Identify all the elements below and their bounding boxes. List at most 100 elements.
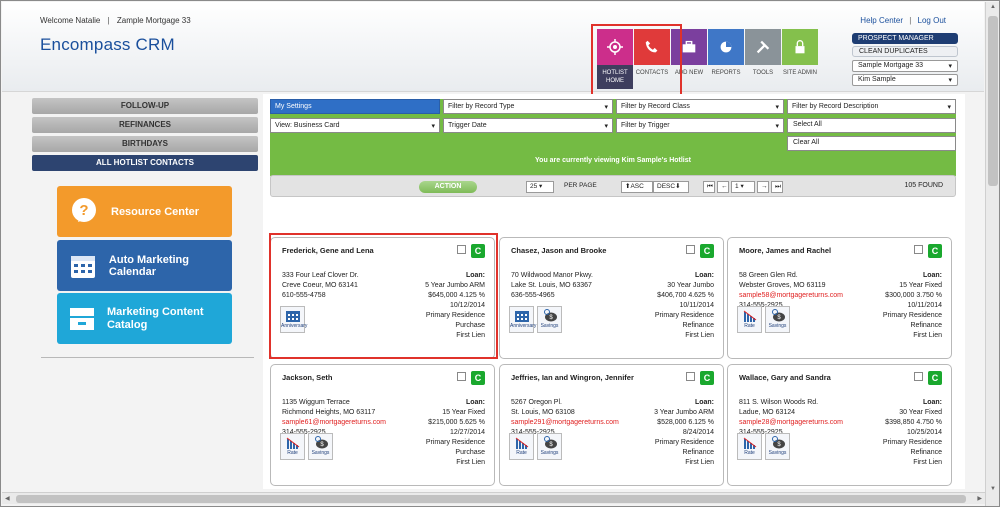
contact-name[interactable]: Chasez, Jason and Brooke [511,246,606,255]
nav-label: SITE ADMIN [782,70,817,76]
savings-trigger-icon[interactable]: $ Savings [537,306,562,333]
contact-status-badge[interactable]: C [700,371,714,385]
prospect-manager-button[interactable]: PROSPECT MANAGER [852,33,958,44]
contact-email[interactable]: sample61@mortgagereturns.com [282,418,386,428]
auto-marketing-calendar-button[interactable]: Auto Marketing Calendar [57,240,232,291]
clean-duplicates-button[interactable]: CLEAN DUPLICATES [852,46,958,57]
resource-center-button[interactable]: ? Resource Center [57,186,232,237]
per-page-select[interactable]: 25 ▾ [526,181,554,193]
rate-trigger-icon[interactable]: Rate [737,433,762,460]
nav-site-admin[interactable]: SITE ADMIN [782,29,818,89]
horizontal-scroll-thumb[interactable] [16,495,966,503]
clear-all-button[interactable]: Clear All [787,136,956,151]
rate-trigger-icon[interactable]: Rate [737,306,762,333]
trigger-icon-label: Savings [540,323,559,329]
contact-email[interactable]: sample58@mortgagereturns.com [739,291,843,301]
list-toolbar: ACTION 25 ▾ PER PAGE ⬆ASC DESC⬇ ⏮ ← 1 ▾ … [270,175,956,197]
trigger-select[interactable]: Filter by Trigger ▾ [616,118,784,133]
company-select[interactable]: Sample Mortgage 33 ▾ [852,60,958,72]
trigger-icons: Rate $ Savings [509,433,562,460]
contact-status-badge[interactable]: C [928,244,942,258]
contact-address: 811 S. Wilson Woods Rd. Ladue, MO 63124 sa… [739,398,843,438]
contact-card[interactable]: Wallace, Gary and Sandra C 811 S. Wilson W… [727,364,952,486]
contact-select-checkbox[interactable] [914,245,923,254]
loan-label: Loan: [922,272,942,279]
savings-trigger-icon[interactable]: $ Savings [765,433,790,460]
contact-card[interactable]: Moore, James and Rachel C 58 Green Glen Rd… [727,237,952,359]
loan-type: 30 Year Fixed [899,409,942,416]
contact-select-checkbox[interactable] [914,372,923,381]
horizontal-scrollbar[interactable]: ◀ ▶ [2,492,985,504]
contact-card[interactable]: Jackson, Seth C 1135 Wiggum Terrace Richmon… [270,364,495,486]
contact-status-badge[interactable]: C [700,244,714,258]
nav-reports[interactable]: REPORTS [708,29,744,89]
calendar-icon [65,247,101,285]
user-select[interactable]: Kim Sample ▾ [852,74,958,86]
sort-asc-button[interactable]: ⬆ASC [621,181,653,193]
contact-name[interactable]: Wallace, Gary and Sandra [739,373,831,382]
my-settings-select[interactable]: My Settings [270,99,440,114]
loan-details: Loan: 30 Year Fixed $398,850 4.750 % 10/25/… [883,398,942,468]
sort-desc-button[interactable]: DESC⬇ [653,181,689,193]
card-highlight-box [269,233,498,359]
vertical-scroll-thumb[interactable] [988,16,998,186]
loan-purpose: Refinance [910,322,942,329]
savings-trigger-icon[interactable]: $ Savings [765,306,790,333]
scroll-left-icon: ◀ [5,496,10,502]
action-button[interactable]: ACTION [419,181,477,193]
last-page-button[interactable]: ⏭ [771,181,783,193]
logout-link[interactable]: Log Out [918,16,946,25]
contact-card[interactable]: Jeffries, Ian and Wingron, Jennifer C 5267… [499,364,724,486]
rate-trigger-icon[interactable]: Rate [509,433,534,460]
chevron-down-icon: ▾ [948,77,952,84]
contact-name[interactable]: Jackson, Seth [282,373,332,382]
first-page-button[interactable]: ⏮ [703,181,715,193]
chevron-down-icon: ▾ [947,103,951,111]
address-line-1: 70 Wildwood Manor Pkwy. [511,272,593,279]
arrow-down-icon: ⬇ [675,183,681,190]
contact-select-checkbox[interactable] [686,372,695,381]
loan-date: 12/27/2014 [449,429,485,436]
header: Welcome Natalie | Zample Mortgage 33 Hel… [2,2,984,92]
contact-email[interactable]: sample291@mortgagereturns.com [511,418,619,428]
view-select[interactable]: View: Business Card ▾ [270,118,440,133]
birthdays-button[interactable]: BIRTHDAYS [32,136,258,152]
nav-tools[interactable]: TOOLS [745,29,781,89]
address-line-2: Ladue, MO 63124 [739,409,796,416]
help-center-link[interactable]: Help Center [860,16,903,25]
tools-icon [745,29,781,65]
savings-trigger-icon[interactable]: $ Savings [537,433,562,460]
contact-name[interactable]: Jeffries, Ian and Wingron, Jennifer [511,373,634,382]
sidebar: FOLLOW-UP REFINANCES BIRTHDAYS ALL HOTLI… [32,98,258,344]
anniversary-trigger-icon[interactable]: Anniversary [509,306,536,333]
follow-up-button[interactable]: FOLLOW-UP [32,98,258,114]
contact-select-checkbox[interactable] [686,245,695,254]
contact-select-checkbox[interactable] [457,372,466,381]
marketing-content-catalog-button[interactable]: Marketing Content Catalog [57,293,232,344]
contact-status-badge[interactable]: C [471,371,485,385]
trigger-date-select[interactable]: Trigger Date ▾ [443,118,613,133]
loan-label: Loan: [694,272,714,279]
prev-page-button[interactable]: ← [717,181,729,193]
all-hotlist-contacts-button[interactable]: ALL HOTLIST CONTACTS [32,155,258,171]
contact-email[interactable]: sample28@mortgagereturns.com [739,418,843,428]
contact-card[interactable]: Chasez, Jason and Brooke C 70 Wildwood Man… [499,237,724,359]
record-description-select[interactable]: Filter by Record Description ▾ [787,99,956,114]
record-type-select[interactable]: Filter by Record Type ▾ [443,99,613,114]
savings-trigger-icon[interactable]: $ Savings [308,433,333,460]
contact-status-badge[interactable]: C [928,371,942,385]
next-page-button[interactable]: → [757,181,769,193]
svg-text:?: ? [79,202,88,219]
record-class-select[interactable]: Filter by Record Class ▾ [616,99,784,114]
page-select[interactable]: 1 ▾ [731,181,755,193]
contact-name[interactable]: Moore, James and Rachel [739,246,831,255]
trigger-icon-label: Rate [744,450,755,456]
rate-trigger-icon[interactable]: Rate [280,433,305,460]
chevron-down-icon: ▾ [740,183,744,190]
vertical-scrollbar[interactable]: ▲ ▼ [985,2,999,506]
loan-amount-rate: $398,850 4.750 % [885,419,942,426]
select-all-button[interactable]: Select All [787,118,956,133]
nav-label: REPORTS [711,70,741,76]
refinances-button[interactable]: REFINANCES [32,117,258,133]
chevron-down-icon: ▾ [431,122,435,130]
